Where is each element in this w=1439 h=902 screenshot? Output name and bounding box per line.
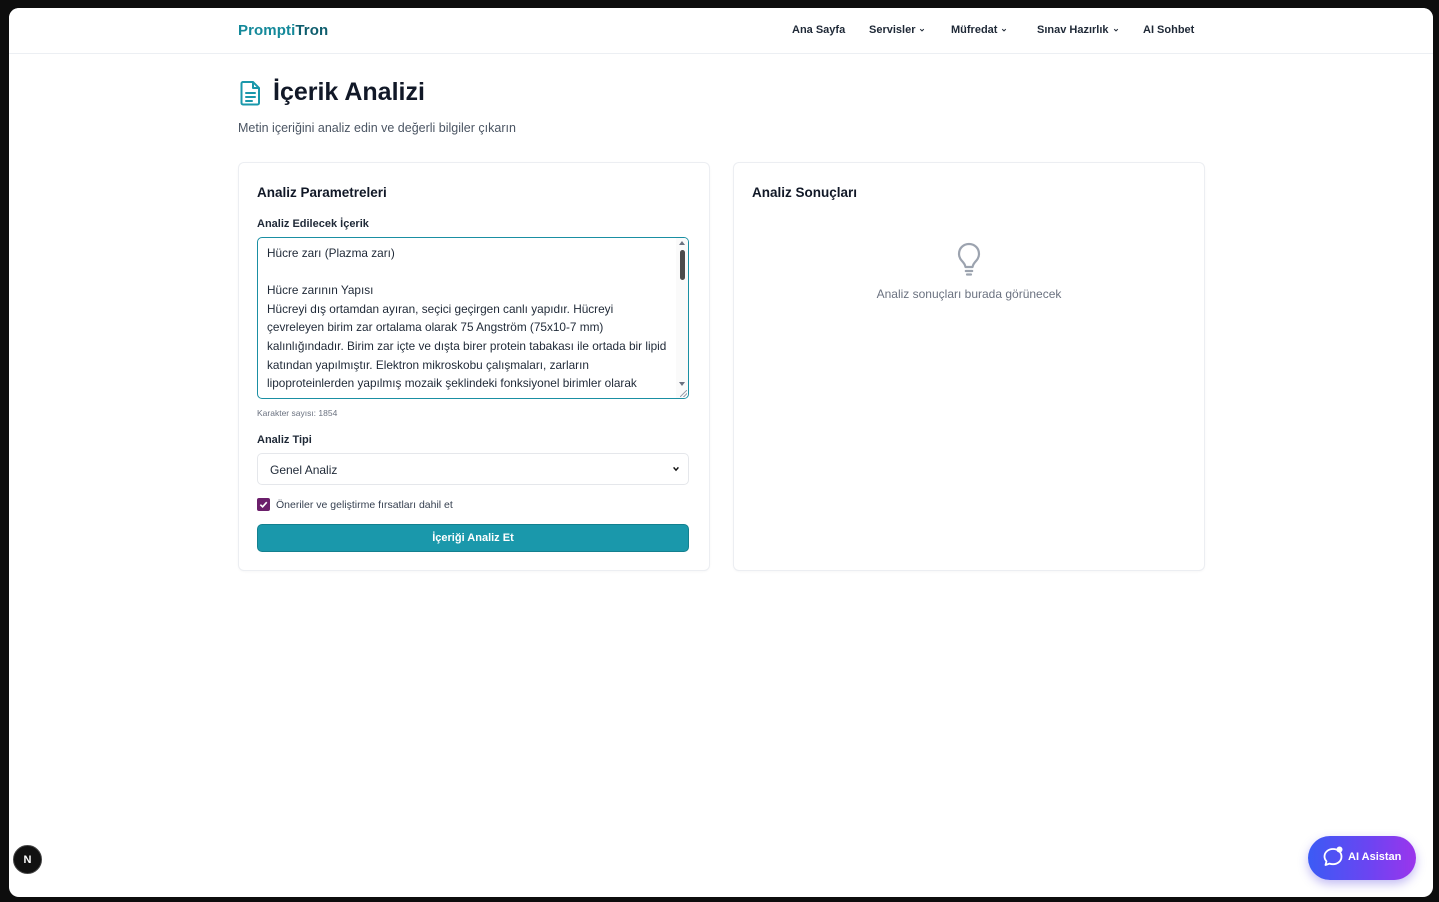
scroll-down-arrow-icon[interactable]: [679, 382, 685, 386]
brand-part-1: Prompti: [238, 22, 296, 39]
content-textarea[interactable]: Hücre zarı (Plazma zarı) Hücre zarının Y…: [257, 237, 689, 399]
chevron-down-icon: [673, 466, 679, 472]
scroll-thumb[interactable]: [680, 250, 685, 280]
resize-handle[interactable]: [680, 390, 687, 397]
content-text: Hücre zarı (Plazma zarı) Hücre zarının Y…: [267, 246, 667, 391]
chevron-down-icon: [1002, 28, 1007, 32]
brand-logo[interactable]: PromptiTron: [238, 22, 328, 39]
nav-exam-prep-label: Sınav Hazırlık: [1037, 24, 1109, 36]
nav-exam-prep[interactable]: Sınav Hazırlık: [1037, 24, 1119, 36]
dev-tools-badge-label: N: [23, 853, 32, 866]
page-subtitle: Metin içeriğini analiz edin ve değerli b…: [238, 121, 516, 135]
analysis-type-label: Analiz Tipi: [257, 434, 312, 446]
browser-window: PromptiTron Ana Sayfa Servisler Müfredat…: [9, 8, 1433, 897]
nav-ai-chat[interactable]: AI Sohbet: [1143, 24, 1194, 36]
ai-assistant-label: AI Asistan: [1348, 851, 1402, 863]
brand-part-2: Tron: [295, 22, 329, 39]
analysis-type-value: Genel Analiz: [270, 463, 338, 477]
results-title: Analiz Sonuçları: [752, 185, 858, 200]
nav-services[interactable]: Servisler: [869, 24, 925, 36]
analysis-results-card: Analiz Sonuçları Analiz sonuçları burada…: [733, 162, 1205, 571]
nav-curriculum[interactable]: Müfredat: [951, 24, 1007, 36]
nav-home-label: Ana Sayfa: [792, 24, 846, 36]
nav-curriculum-label: Müfredat: [951, 24, 998, 36]
results-empty-text: Analiz sonuçları burada görünecek: [876, 287, 1062, 301]
scroll-up-arrow-icon[interactable]: [679, 241, 685, 245]
char-count: Karakter sayısı: 1854: [257, 408, 338, 418]
parameters-title: Analiz Parametreleri: [257, 185, 387, 200]
document-icon: [240, 81, 260, 106]
analysis-parameters-card: Analiz Parametreleri Analiz Edilecek İçe…: [238, 162, 710, 571]
navbar: PromptiTron Ana Sayfa Servisler Müfredat…: [9, 8, 1433, 54]
chevron-down-icon: [1113, 28, 1118, 32]
textarea-scrollbar[interactable]: [676, 238, 688, 398]
suggestions-checkbox[interactable]: [257, 498, 270, 511]
content-label: Analiz Edilecek İçerik: [257, 218, 369, 230]
checkmark-icon: [259, 501, 268, 509]
analyze-content-button[interactable]: İçeriği Analiz Et: [257, 524, 689, 552]
chevron-down-icon: [920, 28, 925, 32]
page-title: İçerik Analizi: [273, 78, 425, 106]
nav-ai-chat-label: AI Sohbet: [1143, 24, 1195, 36]
nav-services-label: Servisler: [869, 24, 916, 36]
nav-home[interactable]: Ana Sayfa: [792, 24, 845, 36]
chat-bubble-icon: [1323, 846, 1343, 866]
suggestions-checkbox-label[interactable]: Öneriler ve geliştirme fırsatları dahil …: [276, 499, 453, 511]
lightbulb-icon: [957, 242, 981, 276]
ai-assistant-button[interactable]: AI Asistan: [1308, 836, 1416, 880]
analysis-type-select[interactable]: Genel Analiz: [257, 453, 689, 485]
dev-tools-badge[interactable]: N: [13, 845, 42, 874]
